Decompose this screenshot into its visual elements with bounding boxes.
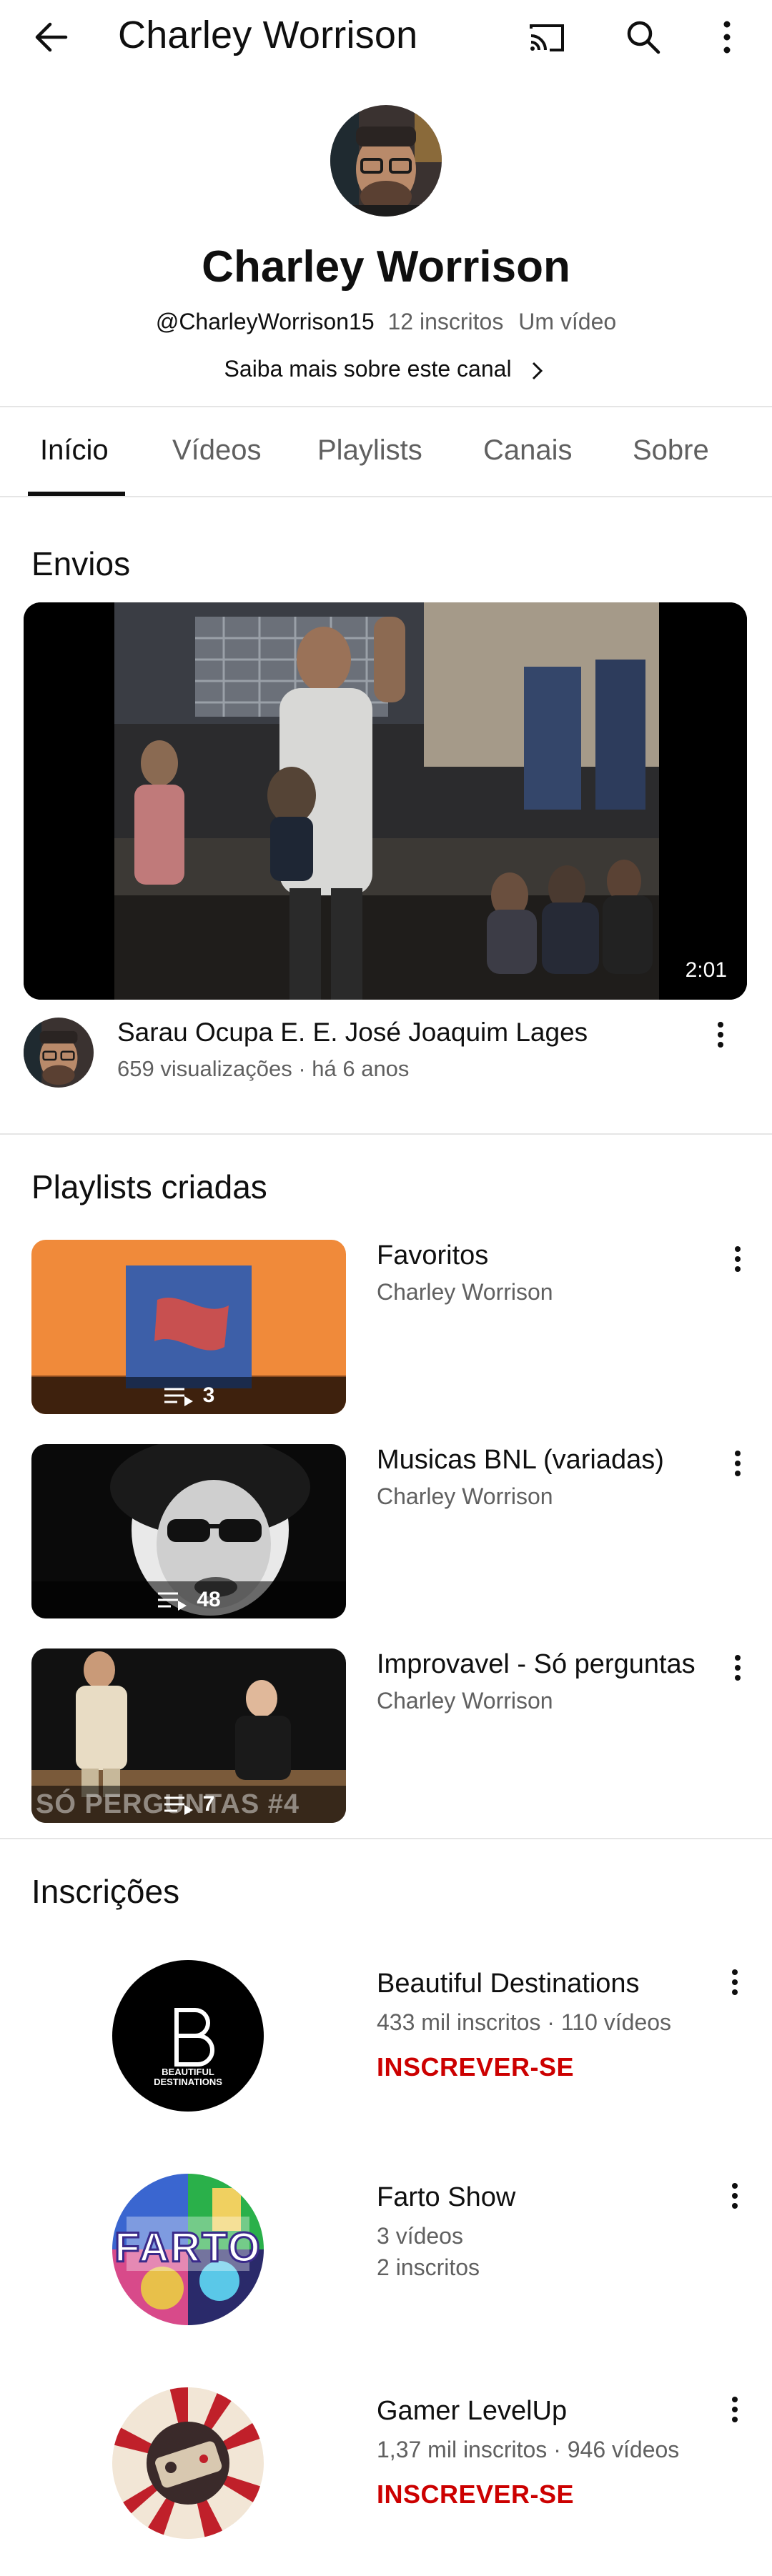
divider	[0, 1133, 772, 1135]
playlist-owner: Charley Worrison	[377, 1483, 553, 1509]
playlist-title[interactable]: Improvavel - Só perguntas	[377, 1649, 696, 1680]
more-vert-icon[interactable]	[718, 2179, 752, 2213]
app-bar-title: Charley Worrison	[118, 14, 418, 56]
channel-name: Charley Worrison	[202, 242, 570, 292]
playlist-thumbnail[interactable]: 3	[31, 1240, 346, 1414]
playlist-count-label: 3	[202, 1383, 215, 1407]
logo-text: BEAUTIFUL DESTINATIONS	[154, 2067, 222, 2087]
logo-text: FARTO	[114, 2224, 262, 2272]
divider	[0, 1838, 772, 1839]
playlist-owner: Charley Worrison	[377, 1688, 553, 1714]
tab-inicio[interactable]: Início	[40, 434, 109, 467]
video-metadata: 659 visualizações · há 6 anos	[117, 1056, 410, 1081]
subscription-channel-name[interactable]: Beautiful Destinations	[377, 1969, 640, 1999]
playlist-count-label: 48	[197, 1588, 221, 1611]
video-thumbnail[interactable]: 2:01	[24, 602, 747, 1000]
section-title-uploads: Envios	[31, 545, 131, 582]
channel-stats: @CharleyWorrison15 12 inscritos Um vídeo	[0, 309, 772, 335]
about-channel-link[interactable]: Saiba mais sobre este canal	[0, 356, 772, 382]
top-app-bar: Charley Worrison	[0, 0, 772, 74]
channel-tabs: Início Vídeos Playlists Canais Sobre	[0, 407, 772, 496]
cast-icon[interactable]	[524, 14, 570, 60]
channel-handle: @CharleyWorrison15	[155, 309, 375, 334]
more-vert-icon[interactable]	[721, 1651, 755, 1685]
playlist-icon	[158, 1592, 187, 1611]
more-vert-icon[interactable]	[704, 14, 750, 60]
tab-canais[interactable]: Canais	[483, 434, 573, 467]
tab-sobre[interactable]: Sobre	[633, 434, 709, 467]
more-vert-icon[interactable]	[703, 1018, 738, 1052]
about-channel-label: Saiba mais sobre este canal	[224, 356, 512, 382]
avatar[interactable]	[24, 1018, 94, 1088]
section-title-playlists: Playlists criadas	[31, 1168, 267, 1205]
channel-avatar	[330, 105, 442, 217]
subscription-channel-name[interactable]: Gamer LevelUp	[377, 2396, 567, 2427]
chevron-right-icon	[533, 362, 543, 379]
playlist-owner: Charley Worrison	[377, 1279, 553, 1305]
subscription-channel-name[interactable]: Farto Show	[377, 2182, 515, 2213]
channel-avatar[interactable]	[112, 2387, 264, 2539]
video-duration: 2:01	[678, 954, 734, 987]
video-count: Um vídeo	[518, 309, 617, 334]
playlist-title[interactable]: Musicas BNL (variadas)	[377, 1445, 664, 1476]
search-icon[interactable]	[620, 14, 666, 60]
playlist-video-count: 48	[31, 1581, 346, 1618]
subscription-subscriber-count: 2 inscritos	[377, 2254, 480, 2280]
thumbnail-overlay-text: SÓ PERGUNTAS #4	[36, 1789, 300, 1819]
playlist-thumbnail[interactable]: 7 SÓ PERGUNTAS #4	[31, 1648, 346, 1823]
playlist-title[interactable]: Favoritos	[377, 1240, 488, 1271]
channel-avatar[interactable]: BEAUTIFUL DESTINATIONS	[112, 1960, 264, 2112]
subscription-stats: 433 mil inscritos · 110 vídeos	[377, 2009, 672, 2035]
playlist-icon	[164, 1388, 193, 1406]
tab-videos[interactable]: Vídeos	[172, 434, 262, 467]
channel-avatar[interactable]: FARTO	[112, 2174, 264, 2325]
playlist-thumbnail[interactable]: 48	[31, 1444, 346, 1618]
video-title[interactable]: Sarau Ocupa E. E. José Joaquim Lages	[117, 1018, 588, 1048]
subscriber-count: 12 inscritos	[387, 309, 504, 334]
subscription-stats: 1,37 mil inscritos · 946 vídeos	[377, 2437, 680, 2462]
playlist-video-count: 3	[31, 1377, 346, 1414]
more-vert-icon[interactable]	[721, 1446, 755, 1481]
back-arrow-icon[interactable]	[29, 14, 74, 60]
more-vert-icon[interactable]	[718, 2392, 752, 2427]
divider	[0, 496, 772, 497]
more-vert-icon[interactable]	[721, 1242, 755, 1276]
tab-playlists[interactable]: Playlists	[317, 434, 422, 467]
section-title-subscriptions: Inscrições	[31, 1873, 180, 1910]
more-vert-icon[interactable]	[718, 1965, 752, 1999]
subscribe-button[interactable]: INSCREVER-SE	[377, 2052, 574, 2082]
subscription-video-count: 3 vídeos	[377, 2223, 463, 2249]
subscribe-button[interactable]: INSCREVER-SE	[377, 2480, 574, 2510]
